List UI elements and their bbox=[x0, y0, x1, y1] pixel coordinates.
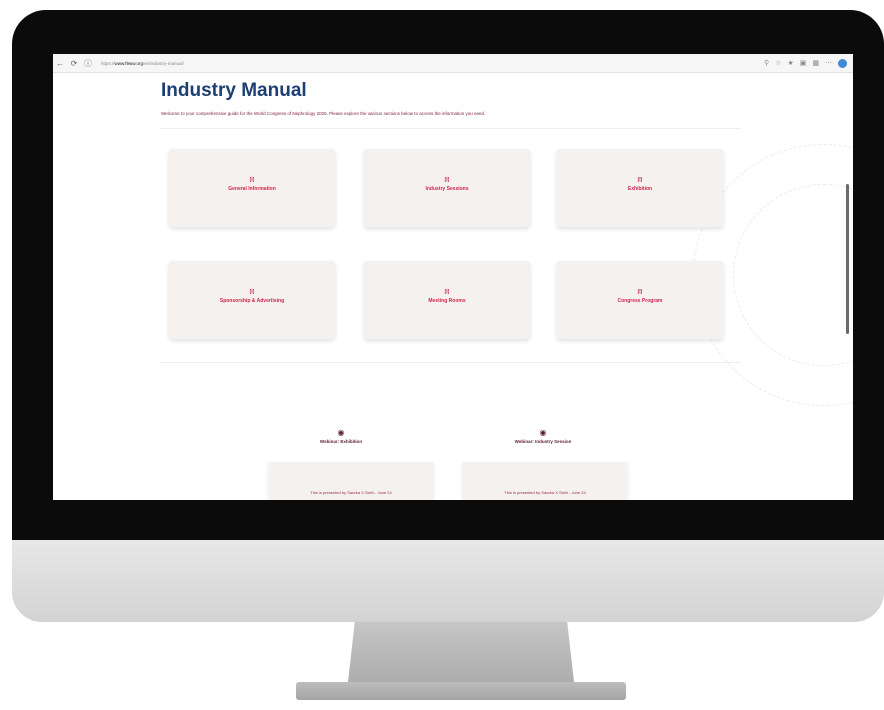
card-label: General Information bbox=[228, 186, 276, 192]
card-sponsorship-advertising[interactable]: [i] Sponsorship & Advertising bbox=[169, 261, 335, 339]
card-label: Meeting Rooms bbox=[428, 298, 466, 304]
card-icon: [i] bbox=[249, 177, 255, 183]
page-title: Industry Manual bbox=[161, 80, 307, 101]
card-icon: [i] bbox=[249, 289, 255, 295]
collections-icon[interactable]: ▦ bbox=[812, 59, 819, 67]
card-meeting-rooms[interactable]: [i] Meeting Rooms bbox=[364, 261, 530, 339]
vertical-scrollbar[interactable] bbox=[846, 184, 849, 334]
card-congress-program[interactable]: [i] Congress Program bbox=[557, 261, 723, 339]
info-icon[interactable]: ⓘ bbox=[81, 58, 95, 69]
back-icon[interactable]: ← bbox=[53, 59, 67, 68]
card-label: Sponsorship & Advertising bbox=[219, 298, 285, 304]
card-icon: [i] bbox=[637, 289, 643, 295]
card-label: Industry Sessions bbox=[425, 186, 469, 192]
monitor-stand bbox=[348, 622, 574, 682]
video-webinar-industry-session[interactable]: ◉ Webinar: Industry Session bbox=[483, 428, 603, 444]
video-thumbnail-exhibition[interactable]: This is presented by Sandra X Sixth - Ju… bbox=[269, 462, 433, 500]
video-caption: This is presented by Sandra X Sixth - Ju… bbox=[310, 490, 392, 495]
main-content: Industry Manual Welcome to your comprehe… bbox=[161, 80, 741, 500]
address-bar[interactable]: https://www.f9ww.org/en/industry-manual/ bbox=[101, 61, 184, 66]
card-icon: [i] bbox=[637, 177, 643, 183]
browser-window: ← ⟳ ⓘ https://www.f9ww.org/en/industry-m… bbox=[53, 54, 853, 500]
divider bbox=[161, 362, 741, 363]
zoom-icon[interactable]: ⚲ bbox=[764, 59, 769, 67]
video-webinar-exhibition[interactable]: ◉ Webinar: Exhibition bbox=[281, 428, 401, 444]
browser-actions: ⚲ ☆ ★ ▣ ▦ ⋯ bbox=[764, 58, 853, 68]
refresh-icon[interactable]: ⟳ bbox=[67, 59, 81, 68]
browser-toolbar: ← ⟳ ⓘ https://www.f9ww.org/en/industry-m… bbox=[53, 54, 853, 73]
video-thumbnail-industry-session[interactable]: This is presented by Sandra X Sixth - Ju… bbox=[463, 462, 627, 500]
video-label: Webinar: Exhibition bbox=[319, 439, 363, 444]
intro-text: Welcome to your comprehensive guide for … bbox=[161, 111, 486, 116]
card-label: Exhibition bbox=[627, 186, 653, 192]
video-camera-icon: ◉ bbox=[337, 428, 345, 437]
more-icon[interactable]: ⋯ bbox=[825, 59, 832, 67]
star-icon[interactable]: ☆ bbox=[775, 59, 781, 67]
video-caption: This is presented by Sandra X Sixth - Ju… bbox=[504, 490, 586, 495]
card-icon: [i] bbox=[444, 289, 450, 295]
section-grid: [i] General Information [i] Industry Ses… bbox=[161, 129, 741, 365]
profile-icon[interactable] bbox=[838, 58, 847, 68]
card-industry-sessions[interactable]: [i] Industry Sessions bbox=[364, 149, 530, 227]
video-camera-icon: ◉ bbox=[539, 428, 547, 437]
favorites-icon[interactable]: ★ bbox=[787, 59, 793, 67]
monitor-foot bbox=[296, 682, 626, 700]
card-icon: [i] bbox=[444, 177, 450, 183]
card-general-information[interactable]: [i] General Information bbox=[169, 149, 335, 227]
card-exhibition[interactable]: [i] Exhibition bbox=[557, 149, 723, 227]
extensions-icon[interactable]: ▣ bbox=[800, 59, 807, 67]
monitor-chin bbox=[12, 540, 884, 622]
card-label: Congress Program bbox=[617, 298, 663, 304]
video-label: Webinar: Industry Session bbox=[514, 439, 572, 444]
